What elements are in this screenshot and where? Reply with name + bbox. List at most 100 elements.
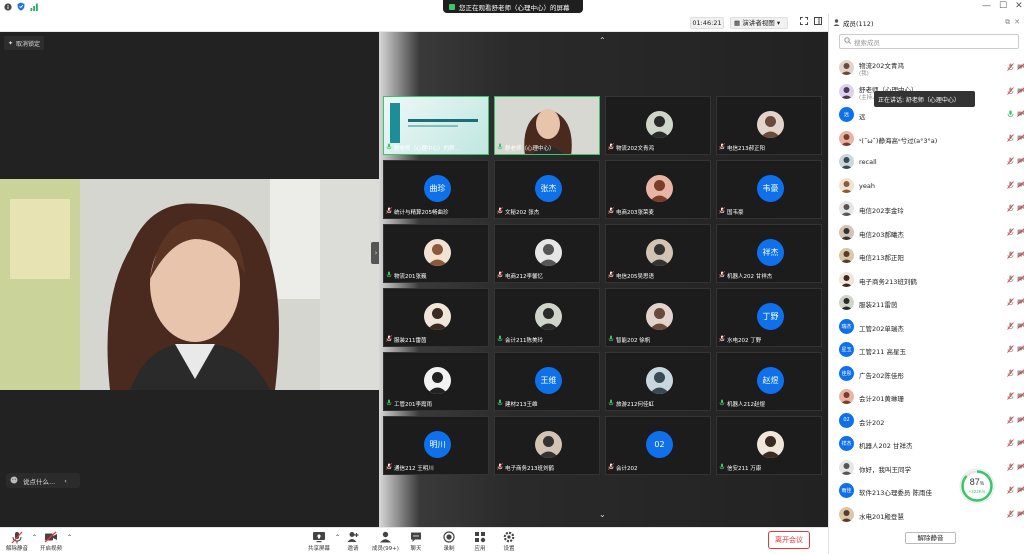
sidebar-toggle-icon[interactable] — [814, 17, 822, 27]
mic-muted-icon[interactable] — [1007, 227, 1014, 238]
invite-button[interactable]: 邀请 — [347, 530, 359, 552]
video-off-icon[interactable] — [1017, 204, 1024, 213]
gallery-next-page-icon[interactable]: ⌄ — [599, 510, 606, 519]
mic-muted-icon[interactable] — [1007, 486, 1014, 496]
chat-button[interactable]: 聊天 — [410, 530, 422, 552]
member-row[interactable]: 祥杰 机器人202 甘祥杰 — [829, 432, 1024, 455]
mic-muted-icon[interactable] — [1007, 439, 1014, 449]
video-off-icon[interactable] — [1017, 86, 1024, 96]
emoji-icon[interactable] — [10, 476, 18, 486]
participant-tile[interactable]: 电信205吴思语 — [605, 224, 711, 283]
mic-muted-icon[interactable] — [1007, 157, 1014, 167]
settings-button[interactable]: 设置 — [503, 530, 515, 552]
member-row[interactable]: 佳彤 广告202陈佳彤 — [829, 362, 1024, 385]
participant-tile[interactable]: 丁野 水电202 丁野 — [716, 288, 822, 347]
mic-muted-icon[interactable] — [1007, 345, 1014, 355]
participant-tile[interactable]: 物流202文青鸿 — [605, 96, 711, 155]
participant-tile[interactable]: 工管201李霞雨 — [383, 352, 489, 411]
mic-muted-icon[interactable] — [1007, 509, 1014, 520]
minimize-icon[interactable]: — — [982, 1, 991, 11]
video-off-icon[interactable] — [1017, 157, 1024, 166]
video-off-icon[interactable] — [1017, 392, 1024, 401]
video-off-icon[interactable] — [1017, 251, 1024, 260]
close-icon[interactable]: ✕ — [1015, 1, 1023, 11]
leave-meeting-button[interactable]: 离开会议 — [768, 531, 810, 549]
participant-tile[interactable]: 会计211陈美玲 — [494, 288, 600, 347]
unmute-all-button[interactable]: 解除静音 — [905, 532, 956, 544]
share-screen-button[interactable]: 共享屏幕 — [308, 530, 330, 552]
mic-muted-icon[interactable] — [1007, 133, 1014, 144]
info-icon[interactable] — [4, 2, 12, 11]
fullscreen-icon[interactable] — [800, 17, 808, 27]
shield-icon[interactable] — [17, 2, 25, 11]
gallery-prev-page-icon[interactable]: ⌃ — [599, 36, 606, 45]
participant-tile[interactable]: 舒老师（心理中心）的屏... — [383, 96, 489, 155]
mic-muted-icon[interactable] — [1007, 251, 1014, 261]
participant-tile[interactable]: 韦豪 国韦豪 — [716, 160, 822, 219]
chat-input[interactable]: 说点什么... ‹ — [6, 473, 80, 488]
participant-tile[interactable]: 曲珍 统计与精算205畅曲珍 — [383, 160, 489, 219]
member-row[interactable]: 02 会计202 — [829, 409, 1024, 432]
close-panel-icon[interactable]: ✕ — [1014, 18, 1020, 27]
member-row[interactable]: 会计201黄琳珊 — [829, 385, 1024, 408]
mic-muted-icon[interactable] — [1007, 274, 1014, 285]
participant-tile[interactable]: 物流201张巍 — [383, 224, 489, 283]
mic-muted-icon[interactable] — [1007, 204, 1014, 214]
participant-tile[interactable]: 旅游212何佳虹 — [605, 352, 711, 411]
member-row[interactable]: 电子商务213班刘鹤 — [829, 268, 1024, 291]
network-speed-widget[interactable]: 87% +222K/s — [958, 467, 996, 505]
mic-muted-icon[interactable] — [1007, 415, 1014, 426]
mic-muted-icon[interactable] — [1007, 321, 1014, 332]
apps-button[interactable]: 应用 — [474, 530, 486, 552]
share-options-chevron-icon[interactable]: ⌃ — [335, 534, 340, 541]
participant-tile[interactable]: 明川 通信212 王明川 — [383, 416, 489, 475]
video-off-icon[interactable] — [1017, 462, 1024, 472]
main-speaker-video[interactable] — [0, 179, 379, 390]
participant-tile[interactable]: 信安211 万康 — [716, 416, 822, 475]
mic-on-icon[interactable] — [1007, 110, 1014, 120]
video-off-icon[interactable] — [1017, 345, 1024, 354]
mic-muted-icon[interactable] — [1007, 392, 1014, 402]
mic-muted-icon[interactable] — [1007, 86, 1014, 97]
member-row[interactable]: 物流202文青鸿 (我) — [829, 56, 1024, 79]
video-off-icon[interactable] — [1017, 133, 1024, 143]
participant-tile[interactable]: 舒老师（心理中心） — [494, 96, 600, 155]
members-button[interactable]: 成员(99+) — [372, 530, 399, 552]
member-row[interactable]: 电信203郝曦杰 — [829, 221, 1024, 244]
member-row[interactable]: 星玉 工管211 高星玉 — [829, 338, 1024, 361]
mic-muted-icon[interactable] — [1007, 298, 1014, 308]
member-row[interactable]: ˢ(˘ω˘)静海高ᵒ兮过(a°3°a) — [829, 127, 1024, 150]
video-off-icon[interactable] — [1017, 180, 1024, 190]
video-off-icon[interactable] — [1017, 274, 1024, 284]
member-row[interactable]: 电信213郝正阳 — [829, 244, 1024, 267]
member-row[interactable]: recall — [829, 150, 1024, 173]
participant-tile[interactable]: 赵煜 机器人212赵煜 — [716, 352, 822, 411]
maximize-icon[interactable]: ☐ — [999, 1, 1007, 11]
member-search-input[interactable]: 搜索成员 — [839, 34, 1019, 49]
video-off-icon[interactable] — [1017, 63, 1024, 72]
chevron-left-icon[interactable]: ‹ — [64, 477, 67, 485]
participant-tile[interactable]: 张杰 文秘202 张杰 — [494, 160, 600, 219]
mute-button[interactable]: 解除静音 — [6, 530, 28, 552]
participant-tile[interactable]: 02 会计202 — [605, 416, 711, 475]
member-row[interactable]: yeah — [829, 174, 1024, 197]
video-off-icon[interactable] — [1017, 110, 1024, 119]
video-off-icon[interactable] — [1017, 439, 1024, 448]
video-off-icon[interactable] — [1017, 415, 1024, 425]
video-off-icon[interactable] — [1017, 298, 1024, 307]
record-button[interactable]: 录制 — [443, 530, 455, 552]
participant-tile[interactable]: 服装211雷茵 — [383, 288, 489, 347]
mic-muted-icon[interactable] — [1007, 368, 1014, 379]
mute-options-chevron-icon[interactable]: ⌃ — [32, 534, 37, 541]
participant-tile[interactable]: 电商212李馨忆 — [494, 224, 600, 283]
unpin-button[interactable]: ✦ 取消锁定 — [4, 36, 45, 50]
mic-muted-icon[interactable] — [1007, 462, 1014, 473]
member-row[interactable]: 服装211雷茵 — [829, 291, 1024, 314]
member-row[interactable]: 水电201殿登慧 — [829, 503, 1024, 526]
video-off-icon[interactable] — [1017, 509, 1024, 519]
participant-tile[interactable]: 祥杰 机器人202 甘祥杰 — [716, 224, 822, 283]
signal-icon[interactable] — [30, 3, 39, 11]
participant-tile[interactable]: 电商203张荣麦 — [605, 160, 711, 219]
participant-tile[interactable]: 王维 建材213王维 — [494, 352, 600, 411]
view-mode-dropdown[interactable]: ▦ 演讲者视图 ▾ — [730, 17, 788, 29]
